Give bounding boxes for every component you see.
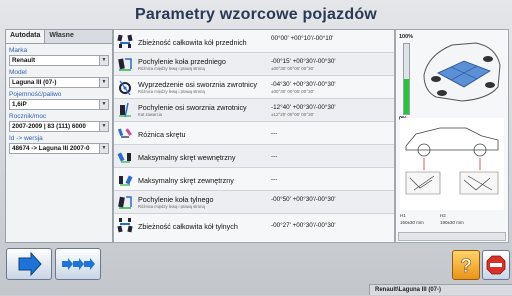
gauge-fill	[404, 79, 409, 114]
h2-value: 190±30 mm	[440, 220, 464, 225]
chevron-down-icon[interactable]: ▼	[99, 122, 108, 131]
model-label: Model	[9, 69, 27, 76]
app-window: Parametry wzorcowe pojazdów Autodata Wła…	[0, 0, 512, 295]
param-note: Kat zawarcia	[138, 112, 162, 117]
steer-diff-icon	[118, 128, 132, 138]
param-name: Pochylenie koła tylnego	[138, 195, 214, 204]
version-select[interactable]: 48674 -> Laguna III 2007-0 ▼	[9, 143, 109, 154]
next-button[interactable]	[6, 248, 52, 280]
outer-steer-icon	[119, 175, 133, 186]
engine-label: Pojemność/paliwo	[9, 91, 62, 98]
chevron-down-icon[interactable]: ▼	[99, 78, 108, 87]
question-mark-icon: ?	[460, 256, 472, 278]
vehicle-graphics-panel: 100% 0% H1 H2 160±30 mm 19	[395, 29, 509, 243]
param-value: -00°50' +00°30'/-00°30'	[271, 196, 336, 203]
param-side-diff: ±00°30' 00°00' 00°30'	[271, 89, 314, 94]
make-select[interactable]: Renault ▼	[9, 55, 109, 66]
h2-label: H2	[440, 213, 446, 218]
param-row[interactable]: Maksymalny skręt wewnętrzny ---	[114, 145, 394, 168]
param-value: 00°00' +00°10'/-00°10'	[271, 35, 334, 42]
gauge-max-label: 100%	[399, 34, 414, 40]
svg-text:?: ?	[460, 256, 472, 277]
horizontal-scrollbar[interactable]	[398, 232, 506, 241]
parameters-table: Zbieżność całkowita kół przednich 00°00'…	[113, 29, 395, 243]
caster-icon	[119, 80, 131, 95]
make-value: Renault	[12, 57, 36, 64]
param-row[interactable]: Zbieżność całkowita kół przednich 00°00'…	[114, 30, 394, 53]
param-value: -12°40' +00°30'/-00°30'	[271, 104, 336, 111]
multi-arrow-icon	[62, 258, 95, 270]
param-name: Maksymalny skręt zewnętrzny	[138, 176, 234, 185]
param-row[interactable]: Maksymalny skręt zewnętrzny ---	[114, 168, 394, 191]
param-value: ---	[271, 176, 278, 183]
param-value: -00°27' +00°30'/-00°30'	[271, 222, 336, 229]
status-bar-vehicle: Renault\Laguna III (07-)	[369, 284, 512, 295]
inner-steer-icon	[117, 152, 131, 163]
page-title: Parametry wzorcowe pojazdów	[135, 6, 377, 23]
year-select[interactable]: 2007-2009 | 83 (111) 6000 ▼	[9, 121, 109, 132]
skip-steps-button[interactable]	[55, 248, 101, 280]
tab-wlasne[interactable]: Własne	[45, 30, 78, 43]
rear-camber-icon	[118, 196, 132, 209]
front-toe-icon	[117, 34, 133, 48]
param-name: Pochylenie osi sworznia zwrotnicy	[138, 103, 247, 112]
rear-toe-icon	[117, 218, 133, 233]
param-name: Zbieżność całkowita kół tylnych	[138, 222, 238, 231]
param-value: -00°15' +00°30'/-00°30'	[271, 58, 336, 65]
stop-sign-icon	[486, 255, 506, 275]
param-note: Różnica między lewą i prawą stroną	[138, 66, 205, 71]
param-name: Różnica skrętu	[138, 130, 186, 139]
engine-value: 1,6iP	[12, 101, 27, 108]
param-row[interactable]: Pochylenie koła tylnego Różnica między l…	[114, 191, 394, 214]
param-row[interactable]: Wyprzedzenie osi sworznia zwrotnicy Różn…	[114, 76, 394, 99]
h1-value: 160±30 mm	[400, 220, 424, 225]
exit-button[interactable]	[482, 250, 510, 280]
model-select[interactable]: Laguna III (07-) ▼	[9, 77, 109, 88]
help-button[interactable]: ?	[452, 250, 480, 280]
param-note: Różnica między lewą i prawą stroną	[138, 89, 205, 94]
param-name: Zbieżność całkowita kół przednich	[138, 38, 247, 47]
param-row[interactable]: Zbieżność całkowita kół tylnych -00°27' …	[114, 214, 394, 236]
param-row[interactable]: Pochylenie osi sworznia zwrotnicy Kat za…	[114, 99, 394, 122]
param-name: Maksymalny skręt wewnętrzny	[138, 153, 236, 162]
param-row[interactable]: Pochylenie koła przedniego Różnica międz…	[114, 53, 394, 76]
param-name: Pochylenie koła przedniego	[138, 57, 226, 66]
front-camber-icon	[118, 58, 132, 71]
level-gauge	[403, 43, 410, 115]
version-value: 48674 -> Laguna III 2007-0	[12, 145, 90, 152]
h1-label: H1	[400, 213, 406, 218]
chevron-down-icon[interactable]: ▼	[99, 144, 108, 153]
param-side-diff: ±12°20' 00°00' 00°30'	[271, 112, 314, 117]
engine-select[interactable]: 1,6iP ▼	[9, 99, 109, 110]
param-value: -04°30' +00°30'/-00°30'	[271, 81, 336, 88]
chevron-down-icon[interactable]: ▼	[99, 56, 108, 65]
arrow-right-icon	[18, 251, 42, 277]
model-value: Laguna III (07-)	[12, 79, 57, 86]
param-row[interactable]: Różnica skrętu ---	[114, 122, 394, 145]
param-note: Różnica między lewą i prawą stroną	[138, 204, 205, 209]
kingpin-icon	[119, 102, 131, 118]
vehicle-selection-panel: Autodata Własne Marka Renault ▼ Model Lag…	[5, 29, 113, 243]
make-label: Marka	[9, 47, 28, 54]
car-top-view-icon	[423, 42, 501, 102]
param-side-diff: ±00°30' 00°00' 00°30'	[271, 66, 314, 71]
param-value: ---	[271, 130, 278, 137]
param-name: Wyprzedzenie osi sworznia zwrotnicy	[138, 80, 257, 89]
param-value: ---	[271, 153, 278, 160]
chevron-down-icon[interactable]: ▼	[99, 100, 108, 109]
year-label: Rocznik/moc	[9, 113, 47, 120]
tab-bar: Autodata Własne	[6, 30, 112, 44]
tab-autodata[interactable]: Autodata	[6, 30, 46, 43]
car-side-view-icon	[400, 118, 504, 210]
year-value: 2007-2009 | 83 (111) 6000	[12, 123, 86, 130]
version-label: Id -> wersja	[9, 135, 43, 142]
